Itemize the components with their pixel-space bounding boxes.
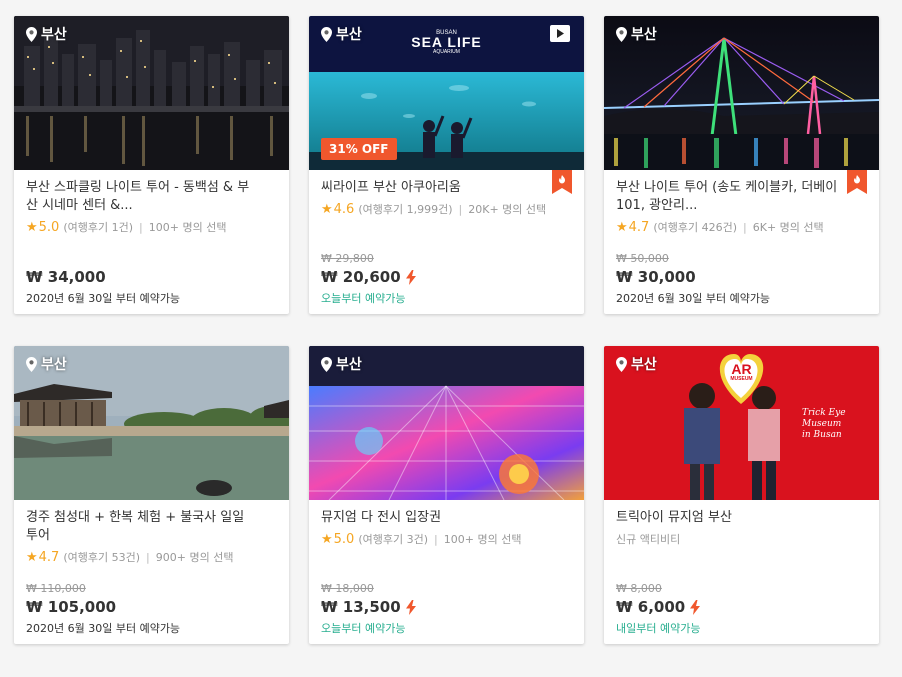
current-price: ₩ 30,000 <box>616 268 696 286</box>
current-price: ₩ 105,000 <box>26 598 117 616</box>
meta-divider: | <box>434 532 438 546</box>
booking-count: 100+ 명의 선택 <box>443 533 522 546</box>
review-count: (여행후기 3건) <box>358 533 429 546</box>
activity-image-night-city: 부산 <box>14 16 289 170</box>
location-pin-icon <box>321 357 332 372</box>
price-block: ₩ 50,000 ₩ 30,000 2020년 6월 30일 부터 예약가능 <box>616 252 770 306</box>
hot-ribbon-icon <box>847 170 867 194</box>
availability-text: 오늘부터 예약가능 <box>321 622 406 635</box>
location-label: 부산 <box>26 354 67 374</box>
activity-card[interactable]: 부산 뮤지엄 다 전시 입장권 ★ 5.0 (여행후기 3건) | 100+ 명… <box>309 346 584 644</box>
rating-score: 5.0 <box>38 219 60 235</box>
meta-divider: | <box>146 550 150 564</box>
activity-image-pavilion-lake: 부산 <box>14 346 289 500</box>
review-count: (여행후기 1건) <box>63 221 134 234</box>
availability-text: 2020년 6월 30일 부터 예약가능 <box>26 292 181 305</box>
location-label: 부산 <box>321 354 362 374</box>
star-icon: ★ <box>616 219 628 235</box>
original-price: ₩ 18,000 <box>321 582 374 595</box>
location-label: 부산 <box>616 24 657 44</box>
instant-confirm-bolt-icon <box>406 270 416 285</box>
activity-title[interactable]: 부산 나이트 투어 (송도 케이블카, 더베이 101, 광안리... <box>616 179 867 215</box>
activity-card[interactable]: BUSAN SEA LIFE AQUARIUM 부산 31% OFF 씨라이프 … <box>309 16 584 314</box>
activity-card[interactable]: 부산 부산 나이트 투어 (송도 케이블카, 더베이 101, 광안리... ★… <box>604 16 879 314</box>
rating-row: ★ 4.7 (여행후기 426건) | 6K+ 명의 선택 <box>616 219 867 235</box>
booking-count: 100+ 명의 선택 <box>148 221 227 234</box>
trick-eye-logo: Trick Eye Museum in Busan <box>802 408 846 440</box>
activity-image-digital-art: 부산 <box>309 346 584 500</box>
new-activity-label: 신규 액티비티 <box>616 533 681 546</box>
original-price: ₩ 8,000 <box>616 582 662 595</box>
instant-confirm-bolt-icon <box>690 600 700 615</box>
review-count: (여행후기 426건) <box>653 221 738 234</box>
price-block: ₩ 34,000 2020년 6월 30일 부터 예약가능 <box>26 252 180 306</box>
booking-count: 900+ 명의 선택 <box>155 551 234 564</box>
activity-card[interactable]: 부산 경주 첨성대 + 한복 체험 + 불국사 일일 투어 ★ 4.7 (여행후… <box>14 346 289 644</box>
location-label: 부산 <box>321 24 362 44</box>
location-pin-icon <box>616 357 627 372</box>
location-pin-icon <box>26 27 37 42</box>
meta-divider: | <box>139 220 143 234</box>
availability-text: 2020년 6월 30일 부터 예약가능 <box>26 622 181 635</box>
current-price: ₩ 13,500 <box>321 598 416 616</box>
review-count: (여행후기 1,999건) <box>358 203 453 216</box>
booking-count: 20K+ 명의 선택 <box>468 203 547 216</box>
location-pin-icon <box>616 27 627 42</box>
meta-divider: | <box>458 202 463 216</box>
activity-image-aquarium: BUSAN SEA LIFE AQUARIUM 부산 31% OFF <box>309 16 584 170</box>
discount-badge: 31% OFF <box>321 138 397 160</box>
star-icon: ★ <box>321 531 333 547</box>
original-price: ₩ 29,800 <box>321 252 374 265</box>
price-block: ₩ 8,000 ₩ 6,000 내일부터 예약가능 <box>616 582 700 636</box>
booking-count: 6K+ 명의 선택 <box>752 221 824 234</box>
price-block: ₩ 110,000 ₩ 105,000 2020년 6월 30일 부터 예약가능 <box>26 582 180 636</box>
rating-score: 4.7 <box>628 219 650 235</box>
original-price: ₩ 110,000 <box>26 582 86 595</box>
availability-text: 2020년 6월 30일 부터 예약가능 <box>616 292 771 305</box>
activity-grid: 부산 부산 스파클링 나이트 투어 - 동백섬 & 부산 시네마 센터 &...… <box>0 0 902 677</box>
meta-divider: | <box>743 220 747 234</box>
rating-row: ★ 5.0 (여행후기 1건) | 100+ 명의 선택 <box>26 219 277 235</box>
current-price: ₩ 20,600 <box>321 268 416 286</box>
review-count: (여행후기 53건) <box>63 551 141 564</box>
current-price: ₩ 6,000 <box>616 598 700 616</box>
availability-text: 내일부터 예약가능 <box>616 622 701 635</box>
availability-text: 오늘부터 예약가능 <box>321 292 406 305</box>
activity-card[interactable]: 부산 부산 스파클링 나이트 투어 - 동백섬 & 부산 시네마 센터 &...… <box>14 16 289 314</box>
rating-row: ★ 4.6 (여행후기 1,999건) | 20K+ 명의 선택 <box>321 201 572 217</box>
location-pin-icon <box>26 357 37 372</box>
star-icon: ★ <box>26 549 38 565</box>
rating-row: ★ 4.7 (여행후기 53건) | 900+ 명의 선택 <box>26 549 277 565</box>
location-label: 부산 <box>26 24 67 44</box>
activity-title[interactable]: 경주 첨성대 + 한복 체험 + 불국사 일일 투어 <box>26 509 277 545</box>
price-block: ₩ 29,800 ₩ 20,600 오늘부터 예약가능 <box>321 252 416 306</box>
activity-title[interactable]: 부산 스파클링 나이트 투어 - 동백섬 & 부산 시네마 센터 &... <box>26 179 277 215</box>
rating-score: 4.7 <box>38 549 60 565</box>
location-label: 부산 <box>616 354 657 374</box>
star-icon: ★ <box>26 219 38 235</box>
activity-card[interactable]: AR MUSEUM Trick Eye Museum in Busan 부산 트… <box>604 346 879 644</box>
activity-image-trick-eye: AR MUSEUM Trick Eye Museum in Busan 부산 <box>604 346 879 500</box>
rating-row: ★ 5.0 (여행후기 3건) | 100+ 명의 선택 <box>321 531 572 547</box>
rating-score: 5.0 <box>333 531 355 547</box>
video-play-icon[interactable] <box>550 25 570 42</box>
original-price <box>26 252 180 266</box>
location-pin-icon <box>321 27 332 42</box>
hot-ribbon-icon <box>552 170 572 194</box>
current-price: ₩ 34,000 <box>26 268 106 286</box>
activity-image-bridge-night: 부산 <box>604 16 879 170</box>
rating-score: 4.6 <box>333 201 355 217</box>
instant-confirm-bolt-icon <box>406 600 416 615</box>
price-block: ₩ 18,000 ₩ 13,500 오늘부터 예약가능 <box>321 582 416 636</box>
star-icon: ★ <box>321 201 333 217</box>
original-price: ₩ 50,000 <box>616 252 669 265</box>
